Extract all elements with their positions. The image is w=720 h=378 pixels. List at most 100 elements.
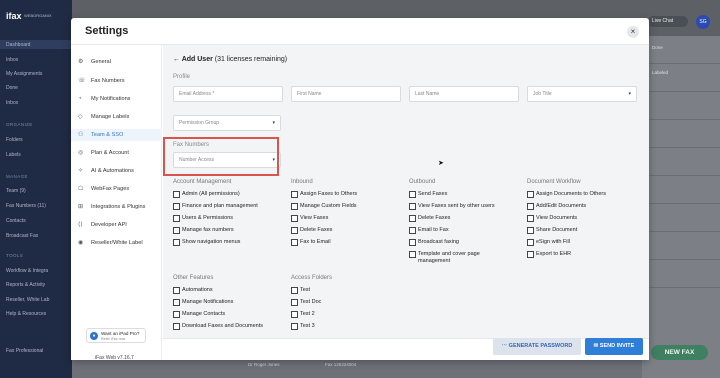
modal-title: Settings — [85, 25, 129, 37]
checkbox-manage-fax-numbers[interactable]: Manage fax numbers — [173, 227, 234, 234]
checkbox-share-document[interactable]: Share Document — [527, 227, 577, 234]
gift-icon: ♦ — [90, 332, 98, 340]
checkbox-folder-test-doc[interactable]: Test Doc — [291, 299, 321, 306]
plan-icon: ◎ — [78, 150, 84, 156]
checkbox-custom-fields[interactable]: Manage Custom Fields — [291, 203, 357, 210]
generate-password-button[interactable]: ⋯ GENERATE PASSWORD — [493, 338, 581, 355]
list-header-labeled: Labeled — [652, 70, 669, 75]
checkbox-add-edit-documents[interactable]: Add/Edit Documents — [527, 203, 586, 210]
checkbox-folder-test-2[interactable]: Test 2 — [291, 311, 315, 318]
sidebar-item-folders[interactable]: Folders — [6, 137, 23, 143]
checkbox-download-faxes[interactable]: Download Faxes and Documents — [173, 323, 263, 330]
section-tools: TOOLS — [6, 253, 24, 258]
checkbox-folder-test-3[interactable]: Test 3 — [291, 323, 315, 330]
nav-item-ai-automations[interactable]: ✧ AI & Automations — [71, 165, 162, 177]
add-user-form: ← Add User (31 licenses remaining) Profi… — [163, 45, 649, 338]
close-icon[interactable]: × — [627, 26, 639, 38]
checkbox-manage-contacts[interactable]: Manage Contacts — [173, 311, 225, 318]
nav-item-webfax-pages[interactable]: ☖ WebFax Pages — [71, 183, 162, 195]
email-field[interactable]: Email Address * — [173, 86, 283, 102]
mouse-cursor-icon: ➤ — [438, 160, 444, 167]
checkbox-email-to-fax[interactable]: Email to Fax — [409, 227, 449, 234]
checkbox-folder-test[interactable]: Test — [291, 287, 310, 294]
nav-item-label: Plan & Account — [91, 150, 129, 156]
checkbox-view-faxes[interactable]: View Faxes — [291, 215, 328, 222]
list-row — [642, 64, 720, 92]
live-chat-button[interactable]: Live Chat — [648, 16, 688, 27]
send-invite-label: SEND INVITE — [599, 343, 635, 349]
new-fax-button[interactable]: NEW FAX — [651, 345, 708, 360]
sidebar-item-team[interactable]: Team (9) — [6, 188, 26, 194]
list-row — [642, 120, 720, 148]
sidebar-item-dashboard[interactable]: Dashboard — [6, 42, 30, 48]
nav-item-my-notifications[interactable]: ◔ My Notifications — [71, 93, 162, 105]
sidebar-item-my-assignments[interactable]: My Assignments — [6, 71, 42, 77]
nav-item-manage-labels[interactable]: ◇ Manage Labels — [71, 111, 162, 123]
first-name-field[interactable]: First Name — [291, 86, 401, 102]
job-title-select[interactable]: Job Title ▾ — [527, 86, 637, 102]
checkbox-fax-to-email[interactable]: Fax to Email — [291, 239, 331, 246]
chevron-down-icon: ▾ — [628, 91, 631, 97]
checkbox-assign-documents[interactable]: Assign Documents to Others — [527, 191, 606, 198]
checkbox-send-faxes[interactable]: Send Faxes — [409, 191, 447, 198]
checkbox-esign[interactable]: eSign with Fill — [527, 239, 570, 246]
sidebar-item-inbox[interactable]: Inbox — [6, 57, 18, 63]
sidebar-item-workflow[interactable]: Workflow & Integra — [6, 268, 48, 274]
nav-item-label: WebFax Pages — [91, 186, 130, 192]
checkbox-users-permissions[interactable]: Users & Permissions — [173, 215, 233, 222]
checkbox-template-cover[interactable]: Template and cover page management — [409, 251, 499, 265]
settings-modal: Settings × ⚙ General ☏ Fax Numbers ◔ My Not… — [71, 18, 649, 361]
section-organize: ORGANIZE — [6, 122, 33, 127]
last-name-field[interactable]: Last Name — [409, 86, 519, 102]
checkbox-delete-faxes-outbound[interactable]: Delete Faxes — [409, 215, 450, 222]
nav-item-label: Integrations & Plugins — [91, 204, 146, 210]
nav-item-integrations[interactable]: ⊞ Integrations & Plugins — [71, 201, 162, 213]
nav-item-plan-account[interactable]: ◎ Plan & Account — [71, 147, 162, 159]
nav-item-team-sso[interactable]: ⚇ Team & SSO — [71, 129, 162, 141]
list-row — [642, 92, 720, 120]
sidebar-item-done[interactable]: Done — [6, 85, 18, 91]
checkbox-admin[interactable]: Admin (All permissions) — [173, 191, 240, 198]
send-invite-button[interactable]: ✉ SEND INVITE — [585, 338, 643, 355]
checkbox-automations[interactable]: Automations — [173, 287, 213, 294]
checkbox-view-faxes-others[interactable]: View Faxes sent by other users — [409, 203, 495, 210]
checkbox-view-documents[interactable]: View Documents — [527, 215, 577, 222]
sidebar-item-fax-numbers[interactable]: Fax Numbers (11) — [6, 203, 46, 209]
sidebar-item-inbox-2[interactable]: Inbox — [6, 100, 18, 106]
modal-header: Settings × — [71, 18, 649, 45]
sidebar-item-help[interactable]: Help & Resources — [6, 311, 46, 317]
sidebar-item-reports[interactable]: Reports & Activity — [6, 282, 45, 288]
nav-item-fax-numbers[interactable]: ☏ Fax Numbers — [71, 75, 162, 87]
checkbox-delete-faxes-inbound[interactable]: Delete Faxes — [291, 227, 332, 234]
checkbox-manage-notifications[interactable]: Manage Notifications — [173, 299, 233, 306]
profile-label: Profile — [173, 74, 191, 80]
nav-item-reseller[interactable]: ◉ Reseller/White Label — [71, 237, 162, 249]
nav-item-label: Developer API — [91, 222, 127, 228]
checkbox-assign-faxes[interactable]: Assign Faxes to Others — [291, 191, 357, 198]
nav-item-general[interactable]: ⚙ General — [71, 56, 162, 68]
list-row — [642, 260, 720, 288]
reseller-icon: ◉ — [78, 240, 84, 246]
nav-item-developer-api[interactable]: ⟨⟩ Developer API — [71, 219, 162, 231]
inbound-header: Inbound — [291, 179, 313, 185]
sidebar-item-contacts[interactable]: Contacts — [6, 218, 26, 224]
checkbox-show-navigation[interactable]: Show navigation menus — [173, 239, 240, 246]
checkbox-broadcast-faxing[interactable]: Broadcast faxing — [409, 239, 459, 246]
avatar[interactable]: SG — [696, 15, 710, 29]
sidebar-item-labels[interactable]: Labels — [6, 152, 21, 158]
permission-group-select[interactable]: Permission Group ▾ — [173, 115, 281, 131]
sidebar-item-reseller[interactable]: Reseller, White Lab — [6, 297, 49, 303]
section-manage: MANAGE — [6, 174, 28, 179]
checkbox-finance[interactable]: Finance and plan management — [173, 203, 258, 210]
list-row — [642, 36, 720, 64]
nav-item-label: Reseller/White Label — [91, 240, 143, 246]
checkbox-export-ehr[interactable]: Export to EHR — [527, 251, 571, 258]
webpage-icon: ☖ — [78, 186, 84, 192]
list-row — [642, 176, 720, 204]
list-header-done: Done — [652, 45, 663, 50]
bottom-row-fax: Fax 125324004 — [325, 362, 357, 367]
ipad-promo[interactable]: ♦ Want an iPad Pro? Refer iFax now — [86, 328, 146, 343]
sidebar-item-broadcast-fax[interactable]: Broadcast Fax — [6, 233, 38, 239]
account-management-header: Account Management — [173, 179, 232, 185]
back-arrow-icon[interactable]: ← — [173, 56, 180, 63]
